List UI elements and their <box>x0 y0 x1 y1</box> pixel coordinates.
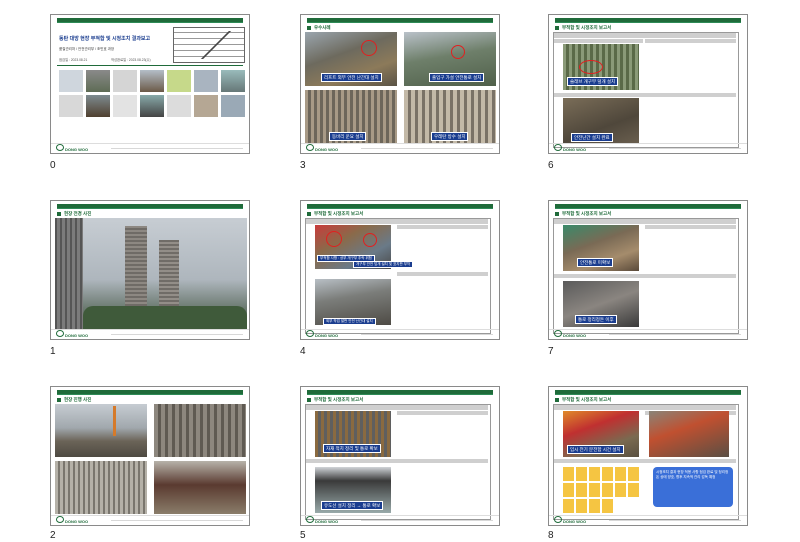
slide-number-4: 4 <box>300 346 306 357</box>
slide-completion-date: 작성완료일 : 2023.08.23(수) <box>111 58 151 62</box>
slide-section-title: 우수사례 <box>307 25 331 31</box>
slide-section-title: 현장 진행 사진 <box>57 397 91 403</box>
slide-department: 품질관리처 / 안전관리부 / 조민호 과장 <box>59 47 115 51</box>
slide-number-1: 1 <box>50 346 56 357</box>
photo-caption-2: 출입구 가설 안전통로 설치 <box>429 73 485 82</box>
company-logo-icon <box>554 516 562 523</box>
photo-1 <box>55 404 147 457</box>
photo-caption-1: 슬래브 개구부 덮개 설치 <box>567 77 619 86</box>
slide-section-title: 부적합 및 시정조치 보고서 <box>555 25 611 31</box>
company-logo-icon <box>306 330 314 337</box>
company-logo-icon <box>554 330 562 337</box>
thumbnail-strip-row2 <box>59 95 245 117</box>
note-box: 시정조치 결과 현장 적용 사항 점검 완료 및 정리정돈 상태 양호, 향후 … <box>653 467 733 507</box>
company-logo-icon <box>56 516 64 523</box>
photo-caption-1: 자재 적치 정리 및 통로 확보 <box>323 444 381 453</box>
slide-thumbnail-6[interactable]: 부적합 및 시정조치 보고서 슬래브 개구부 덮개 설치 안전난간 설치 완료 … <box>548 14 748 154</box>
highlight-circle <box>451 45 465 59</box>
photo-caption-2: 통로 정리정돈 이후 <box>575 315 617 324</box>
slide-thumbnail-3[interactable]: 우수사례 리프트 외부 안전 난간대 설치 출입구 가설 안전통로 설치 동바리… <box>300 14 500 154</box>
photo-caption-1: 임시 전기 분전함 시건 설치 <box>567 445 624 454</box>
site-overview-photo <box>55 218 247 330</box>
photo-caption-2: 안전난간 설치 완료 <box>571 133 613 142</box>
table-diagonals <box>191 31 241 59</box>
highlight-circle <box>361 40 377 56</box>
slide-thumbnail-1[interactable]: 현장 전경 사진 DONG WOO <box>50 200 250 340</box>
slide-number-3: 3 <box>300 160 306 171</box>
photo-caption-1: 안전통로 미확보 <box>577 258 614 267</box>
photo-caption-2: 개구부 안전 덮개 설치 및 표지판 부착 <box>353 261 414 268</box>
slide-thumbnail-7[interactable]: 부적합 및 시정조치 보고서 안전통로 미확보 통로 정리정돈 이후 DONG … <box>548 200 748 340</box>
slide-section-title: 부적합 및 시정조치 보고서 <box>307 397 363 403</box>
slide-thumbnail-2[interactable]: 현장 진행 사진 DONG WOO <box>50 386 250 526</box>
photo-caption-3: 외부 작업 발판 안전 난간대 설치 <box>323 318 376 325</box>
company-logo-icon <box>306 516 314 523</box>
slide-section-title: 부적합 및 시정조치 보고서 <box>555 397 611 403</box>
slide-thumbnail-0[interactable]: 동탄 대방 현장 부적합 및 시정조치 결과보고 품질관리처 / 안전관리부 /… <box>50 14 250 154</box>
photo-2 <box>649 411 729 457</box>
slide-number-5: 5 <box>300 530 306 541</box>
slide-number-2: 2 <box>50 530 56 541</box>
photo-caption-3: 동바리 운요 설치 <box>329 132 367 141</box>
table-header-row <box>554 33 736 38</box>
slide-thumbnail-4[interactable]: 부적합 및 시정조치 보고서 부적합 사항 : 상부 개구부 추락 위험 개구부… <box>300 200 500 340</box>
company-logo-icon <box>56 330 64 337</box>
slide-thumbnail-5[interactable]: 부적합 및 시정조치 보고서 자재 적치 정리 및 통로 확보 유도선 설치 정… <box>300 386 500 526</box>
slide-section-title: 부적합 및 시정조치 보고서 <box>307 211 363 217</box>
slide-section-title: 현장 전경 사진 <box>57 211 91 217</box>
thumbnail-strip-row1 <box>59 70 245 92</box>
photo-2 <box>154 404 246 457</box>
slide-number-6: 6 <box>548 160 554 171</box>
slide-section-title: 부적합 및 시정조치 보고서 <box>555 211 611 217</box>
slide-title: 동탄 대방 현장 부적합 및 시정조치 결과보고 <box>59 36 151 42</box>
photo-caption-1: 리프트 외부 안전 난간대 설치 <box>321 73 382 82</box>
slide-thumbnail-8[interactable]: 부적합 및 시정조치 보고서 임시 전기 분전함 시건 설치 시정조치 결과 현… <box>548 386 748 526</box>
divider-line <box>57 65 243 66</box>
slide-footer: DONG WOO <box>51 143 249 153</box>
slide-number-8: 8 <box>548 530 554 541</box>
photo-caption-4: 우레탄 방수 설치 <box>431 132 469 141</box>
slide-inspection-date: 점검일 : 2023.08.21 <box>59 58 88 62</box>
slide-number-0: 0 <box>50 160 56 171</box>
building-left <box>55 218 83 330</box>
photo-3 <box>55 461 147 514</box>
folder-grid <box>563 467 639 513</box>
slide-number-7: 7 <box>548 346 554 357</box>
company-logo-icon <box>554 144 562 151</box>
photo-4 <box>154 461 246 514</box>
photo-caption-2: 유도선 설치 정리 → 통로 확보 <box>321 501 384 510</box>
company-logo-icon <box>306 144 314 151</box>
company-logo-icon <box>56 144 64 151</box>
tree-line <box>83 306 247 330</box>
